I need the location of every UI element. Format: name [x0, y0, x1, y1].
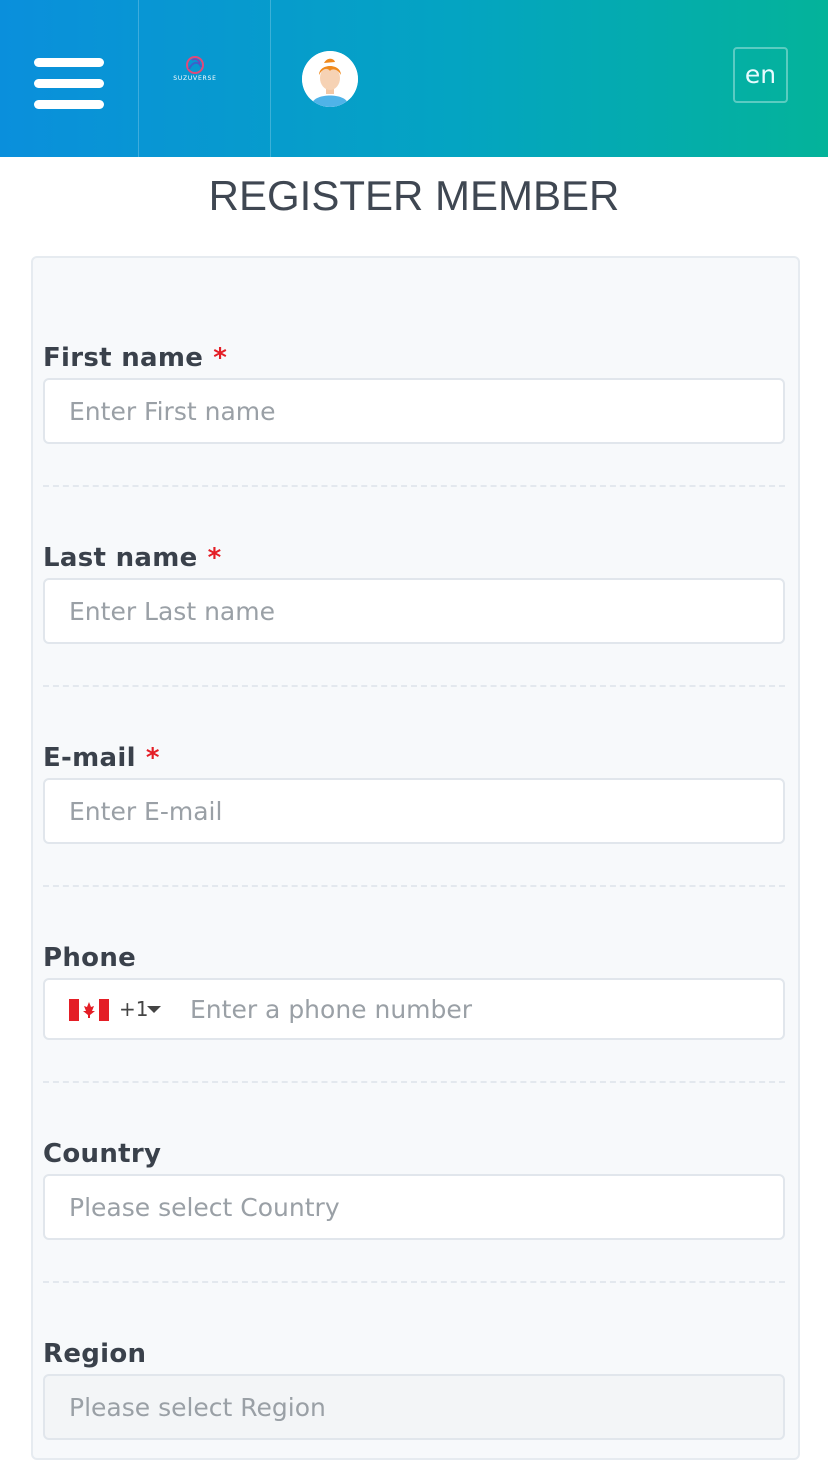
first-name-label: First name * — [43, 343, 227, 373]
first-name-field[interactable] — [43, 378, 785, 444]
field-separator — [43, 885, 785, 887]
country-select[interactable] — [43, 1174, 785, 1240]
phone-field[interactable]: +1 — [43, 978, 785, 1040]
required-marker: * — [145, 743, 160, 773]
language-button[interactable]: en — [733, 47, 788, 103]
country-label: Country — [43, 1139, 161, 1169]
phone-label: Phone — [43, 943, 136, 973]
required-marker: * — [207, 543, 222, 573]
user-avatar-icon — [302, 51, 358, 107]
page-title: REGISTER MEMBER — [208, 172, 620, 219]
country-label-text: Country — [43, 1139, 162, 1169]
menu-bar-top — [34, 58, 104, 67]
email-input[interactable] — [69, 780, 749, 842]
chevron-down-icon[interactable] — [147, 1006, 161, 1013]
last-name-label: Last name * — [43, 543, 221, 573]
last-name-label-text: Last name — [43, 543, 198, 573]
hamburger-menu-icon[interactable] — [34, 58, 104, 110]
region-label: Region — [43, 1339, 146, 1369]
avatar[interactable] — [302, 51, 358, 107]
dial-code[interactable]: +1 — [119, 980, 148, 1038]
header-divider — [138, 0, 139, 157]
header-divider — [270, 0, 271, 157]
last-name-input[interactable] — [69, 580, 749, 642]
phone-input[interactable] — [190, 980, 750, 1038]
logo-text: SUZUVERSE — [173, 75, 217, 82]
country-input[interactable] — [69, 1176, 749, 1238]
email-label: E-mail * — [43, 743, 160, 773]
email-field[interactable] — [43, 778, 785, 844]
email-label-text: E-mail — [43, 743, 136, 773]
field-separator — [43, 685, 785, 687]
field-separator — [43, 1281, 785, 1283]
canada-flag-icon[interactable] — [69, 999, 109, 1021]
suzuverse-logo[interactable]: SUZUVERSE — [168, 55, 222, 85]
first-name-input[interactable] — [69, 380, 749, 442]
region-input[interactable] — [69, 1376, 749, 1438]
field-separator — [43, 1081, 785, 1083]
menu-bar-middle — [34, 79, 104, 88]
logo-mark-icon — [186, 56, 204, 74]
first-name-label-text: First name — [43, 343, 204, 373]
required-marker: * — [213, 343, 228, 373]
region-select[interactable] — [43, 1374, 785, 1440]
region-label-text: Region — [43, 1339, 147, 1369]
top-header: SUZUVERSE en — [0, 0, 828, 157]
field-separator — [43, 485, 785, 487]
last-name-field[interactable] — [43, 578, 785, 644]
menu-bar-bottom — [34, 100, 104, 109]
phone-label-text: Phone — [43, 943, 137, 973]
